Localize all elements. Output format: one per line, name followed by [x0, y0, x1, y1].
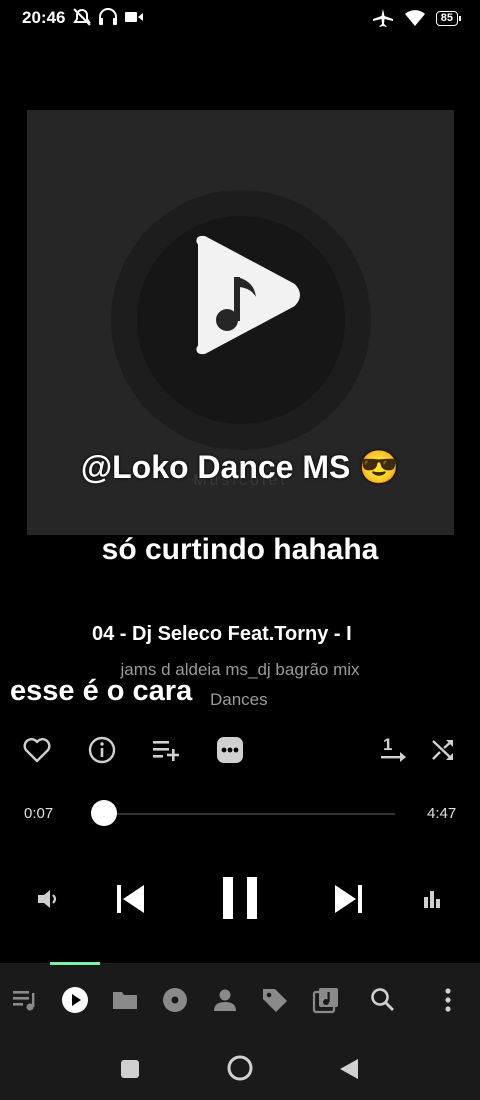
video-icon — [125, 12, 143, 22]
equalizer-icon[interactable] — [418, 885, 446, 913]
folders-icon[interactable] — [110, 985, 140, 1015]
info-icon[interactable] — [87, 735, 117, 765]
wifi-icon — [404, 10, 425, 26]
home-icon[interactable] — [225, 1053, 255, 1083]
overlay-caption-3: esse é o cara — [10, 675, 193, 707]
back-icon[interactable] — [335, 1055, 363, 1083]
previous-icon[interactable] — [113, 880, 147, 918]
status-time: 20:46 — [22, 8, 66, 27]
heart-icon[interactable] — [22, 735, 52, 765]
albums-icon[interactable] — [160, 985, 190, 1015]
total-time: 4:47 — [427, 805, 457, 822]
artists-icon[interactable] — [210, 985, 240, 1015]
airplane-icon — [372, 9, 393, 27]
more-icon[interactable] — [215, 735, 245, 765]
music-play-icon — [196, 235, 300, 355]
battery-icon: 85 — [435, 10, 462, 26]
next-icon[interactable] — [332, 880, 366, 918]
tags-icon[interactable] — [260, 985, 290, 1015]
shuffle-icon[interactable] — [428, 735, 458, 765]
menu-icon[interactable] — [433, 985, 463, 1015]
add-to-queue-icon[interactable] — [150, 735, 182, 765]
playlists-icon[interactable] — [311, 985, 341, 1015]
status-icons-left — [72, 8, 144, 26]
mute-icon — [73, 8, 91, 26]
track-album[interactable]: Dances — [210, 690, 268, 710]
queue-icon[interactable] — [10, 985, 40, 1015]
overlay-caption-1: @Loko Dance MS 😎 — [80, 449, 400, 485]
svg-text:1: 1 — [383, 735, 392, 754]
recents-icon[interactable] — [116, 1055, 144, 1083]
now-playing-icon[interactable] — [60, 985, 90, 1015]
elapsed-time: 0:07 — [24, 805, 54, 822]
overlay-caption-2: só curtindo hahaha — [101, 533, 379, 566]
pause-icon[interactable] — [218, 873, 262, 923]
seek-bar[interactable] — [97, 813, 395, 815]
nav-active-indicator — [50, 962, 100, 965]
status-icons-right: 85 — [372, 8, 462, 28]
volume-icon[interactable] — [34, 885, 62, 913]
repeat-one-icon[interactable]: 1 — [378, 733, 408, 765]
headphones-icon — [99, 8, 117, 25]
track-title[interactable]: 04 - Dj Seleco Feat.Torny - I — [0, 623, 480, 646]
search-icon[interactable] — [368, 985, 398, 1015]
seek-thumb[interactable] — [91, 800, 118, 826]
